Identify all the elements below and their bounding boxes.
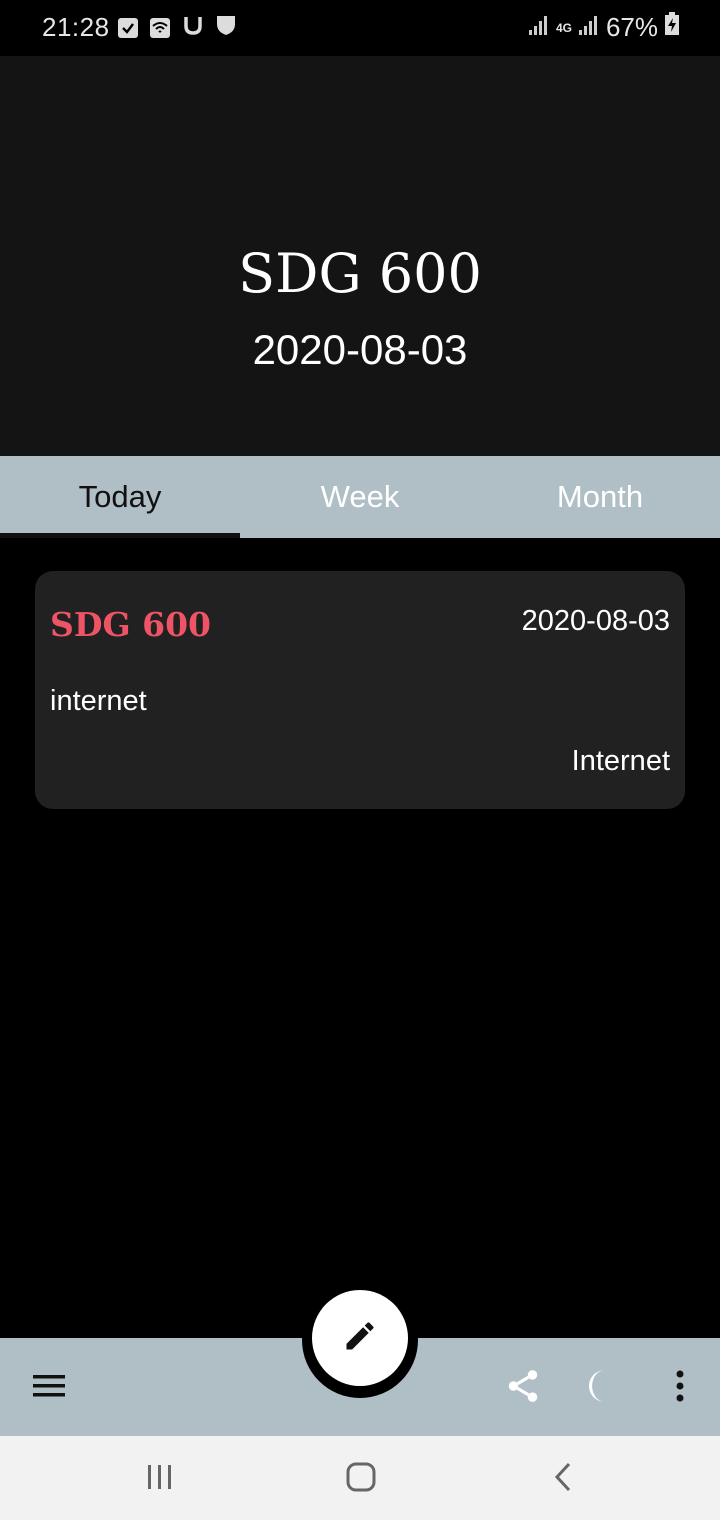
back-icon (552, 1461, 574, 1498)
home-button[interactable] (336, 1456, 386, 1502)
edit-fab-button[interactable] (312, 1290, 408, 1386)
wifi-call-icon (150, 17, 170, 38)
moon-icon (581, 1367, 619, 1410)
status-left-icons (118, 14, 236, 41)
system-nav-bar (0, 1436, 720, 1520)
status-bar: 21:28 4G 67% (0, 0, 720, 56)
status-right: 4G 67% (528, 12, 680, 43)
menu-icon (31, 1372, 67, 1405)
dark-mode-button[interactable] (578, 1366, 622, 1410)
share-icon (504, 1367, 542, 1410)
network-4g-icon: 4G (555, 20, 572, 35)
tab-today[interactable]: Today (0, 456, 240, 538)
header: SDG 600 2020-08-03 (0, 56, 720, 456)
entry-note: internet (50, 685, 147, 717)
menu-button[interactable] (27, 1366, 71, 1410)
share-button[interactable] (501, 1366, 545, 1410)
battery-charging-icon (664, 12, 680, 43)
tab-month[interactable]: Month (480, 456, 720, 538)
entry-title: SDG 600 (50, 605, 212, 644)
more-options-button[interactable] (658, 1366, 702, 1410)
edit-icon (342, 1318, 378, 1359)
page-title: SDG 600 (238, 242, 482, 305)
tab-bar: Today Week Month (0, 456, 720, 538)
more-vert-icon (674, 1369, 686, 1408)
page-date: 2020-08-03 (252, 326, 468, 373)
recents-button[interactable] (135, 1456, 185, 1502)
check-notification-icon (118, 17, 138, 38)
home-icon (345, 1461, 377, 1498)
recents-icon (145, 1463, 175, 1496)
entry-card[interactable]: SDG 600 2020-08-03 internet Internet (35, 571, 685, 809)
tab-week[interactable]: Week (240, 456, 480, 538)
entry-date: 2020-08-03 (521, 605, 670, 637)
signal-icon (528, 12, 550, 43)
u-app-icon (182, 14, 204, 41)
entry-category: Internet (571, 745, 670, 777)
signal-icon (578, 12, 600, 43)
status-time: 21:28 (42, 12, 110, 42)
back-button[interactable] (538, 1456, 588, 1502)
shield-icon (216, 14, 236, 41)
battery-percent: 67% (605, 12, 658, 42)
